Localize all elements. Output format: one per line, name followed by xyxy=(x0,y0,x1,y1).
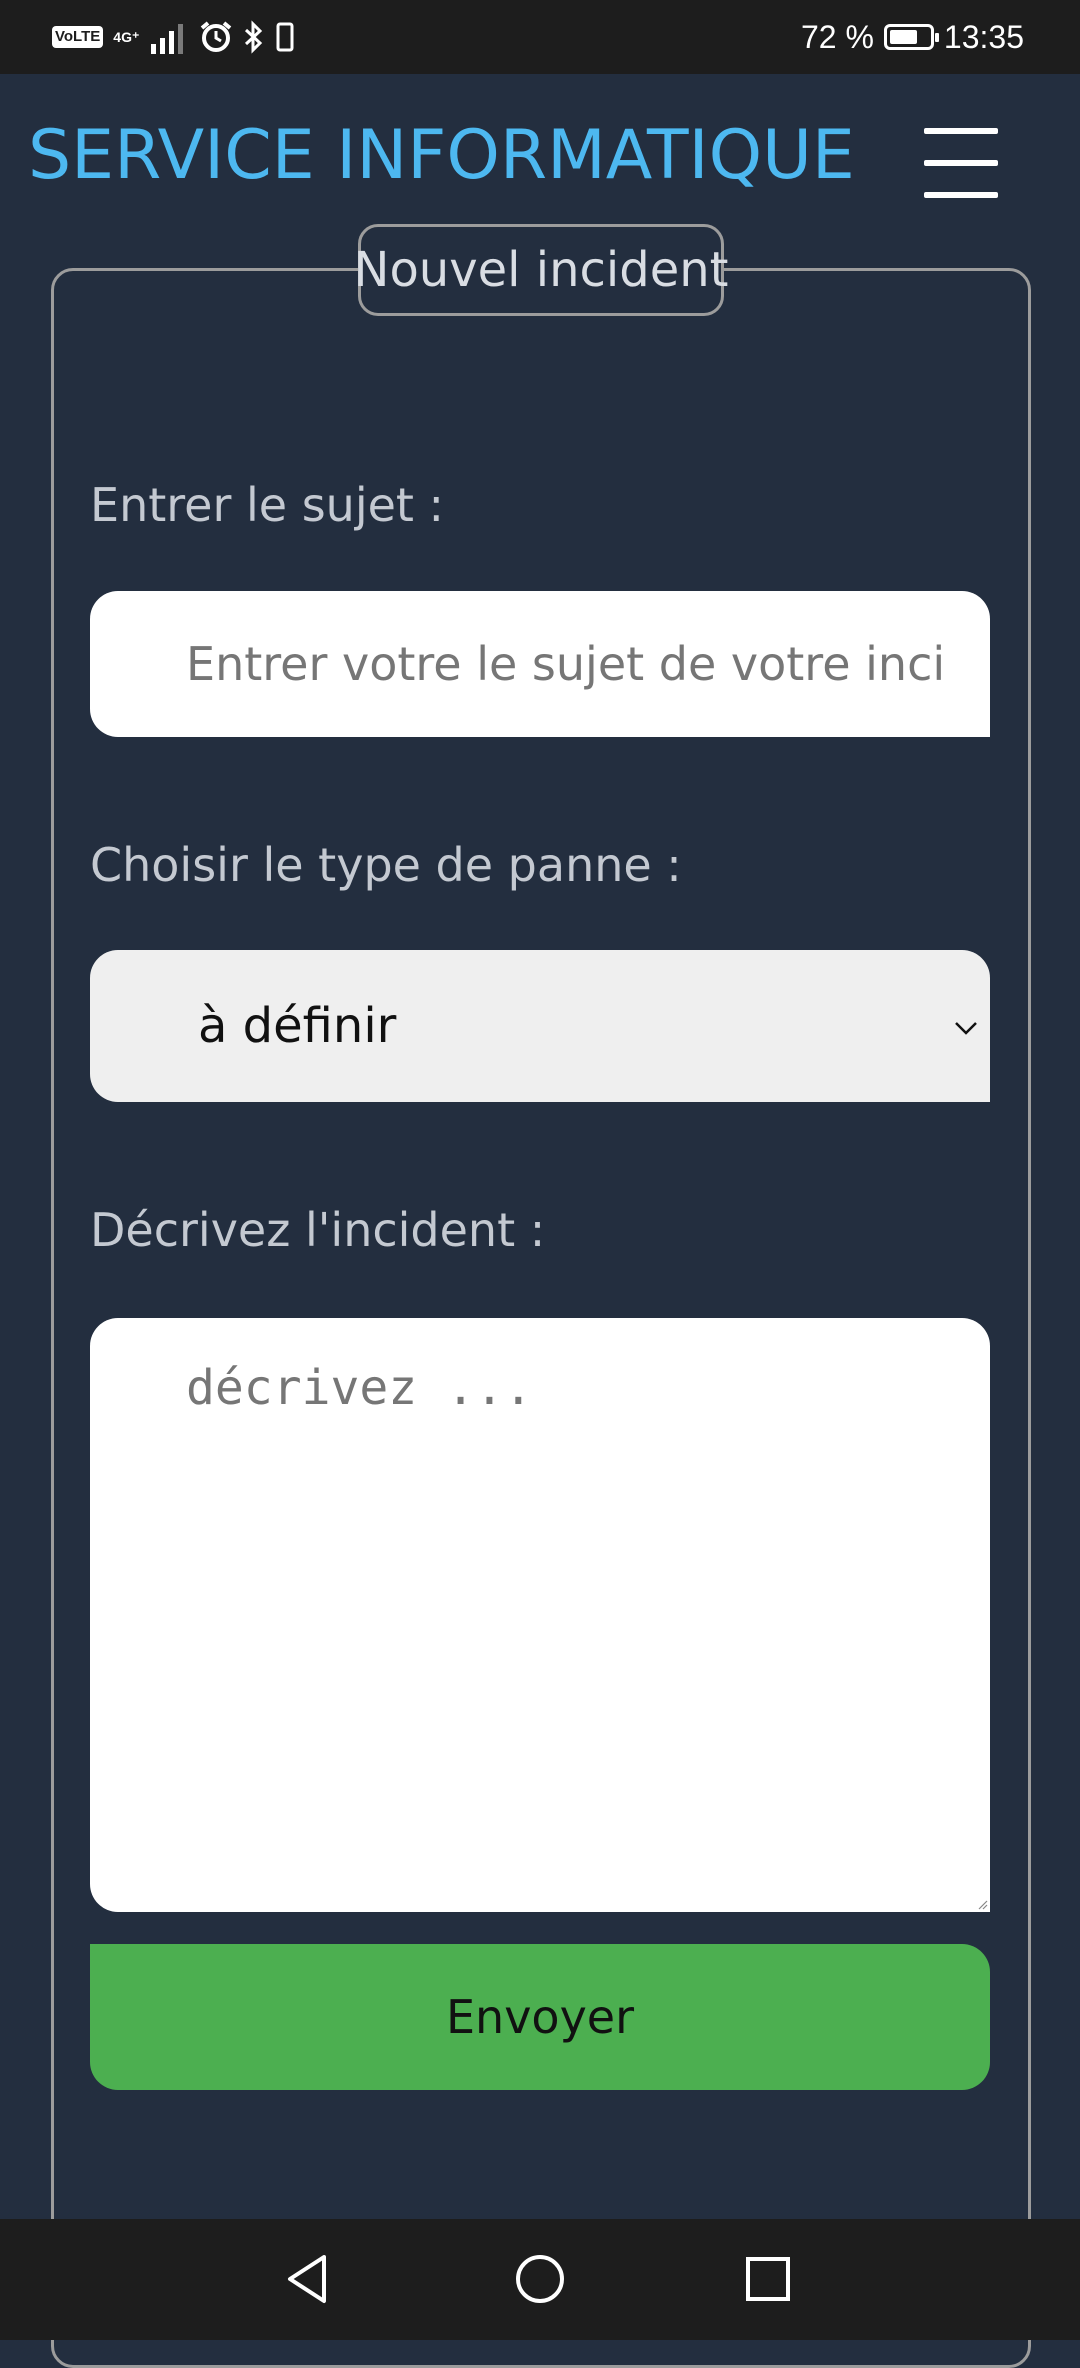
home-circle-icon[interactable] xyxy=(510,2249,570,2309)
clock: 13:35 xyxy=(943,18,1024,55)
description-placeholder: décrivez ... xyxy=(186,1360,533,1416)
description-textarea[interactable]: décrivez ... xyxy=(90,1318,990,1912)
vibrate-icon xyxy=(276,22,294,52)
status-right: 72 % 13:35 xyxy=(801,16,1024,58)
type-select[interactable]: à définir xyxy=(90,950,990,1102)
battery-fill xyxy=(889,30,918,44)
battery-icon xyxy=(883,24,939,50)
system-nav-bar xyxy=(0,2219,1080,2340)
alarm-icon xyxy=(201,21,232,52)
subject-input[interactable]: Entrer votre le sujet de votre inci xyxy=(90,591,990,737)
description-label: Décrivez l'incident : xyxy=(90,1203,546,1257)
battery-percent: 72 % xyxy=(800,18,874,55)
resize-grip-icon[interactable] xyxy=(978,1900,988,1910)
subject-label: Entrer le sujet : xyxy=(90,478,445,532)
menu-line xyxy=(924,160,998,166)
submit-label: Envoyer xyxy=(445,1990,635,2044)
bluetooth-icon xyxy=(245,20,263,54)
menu-line xyxy=(924,128,998,134)
volte-badge: VoLTE xyxy=(52,26,104,48)
type-selected-value: à définir xyxy=(198,998,397,1054)
back-triangle-icon[interactable] xyxy=(280,2249,340,2309)
subject-placeholder: Entrer votre le sujet de votre inci xyxy=(186,637,946,691)
app-title: SERVICE INFORMATIQUE xyxy=(28,116,855,195)
network-type: 4G⁺ xyxy=(113,29,140,45)
recents-square-icon[interactable] xyxy=(738,2249,798,2309)
status-bar: VoLTE 4G⁺ 72 % 13:35 xyxy=(0,0,1080,74)
hamburger-menu-icon[interactable] xyxy=(924,128,998,198)
chevron-down-icon xyxy=(955,1022,977,1035)
signal-icon xyxy=(151,24,184,54)
menu-line xyxy=(924,192,998,198)
form-legend: Nouvel incident xyxy=(354,224,728,316)
submit-button[interactable]: Envoyer xyxy=(90,1944,990,2090)
type-label: Choisir le type de panne : xyxy=(90,838,682,892)
status-left-icons: VoLTE 4G⁺ xyxy=(52,16,295,58)
